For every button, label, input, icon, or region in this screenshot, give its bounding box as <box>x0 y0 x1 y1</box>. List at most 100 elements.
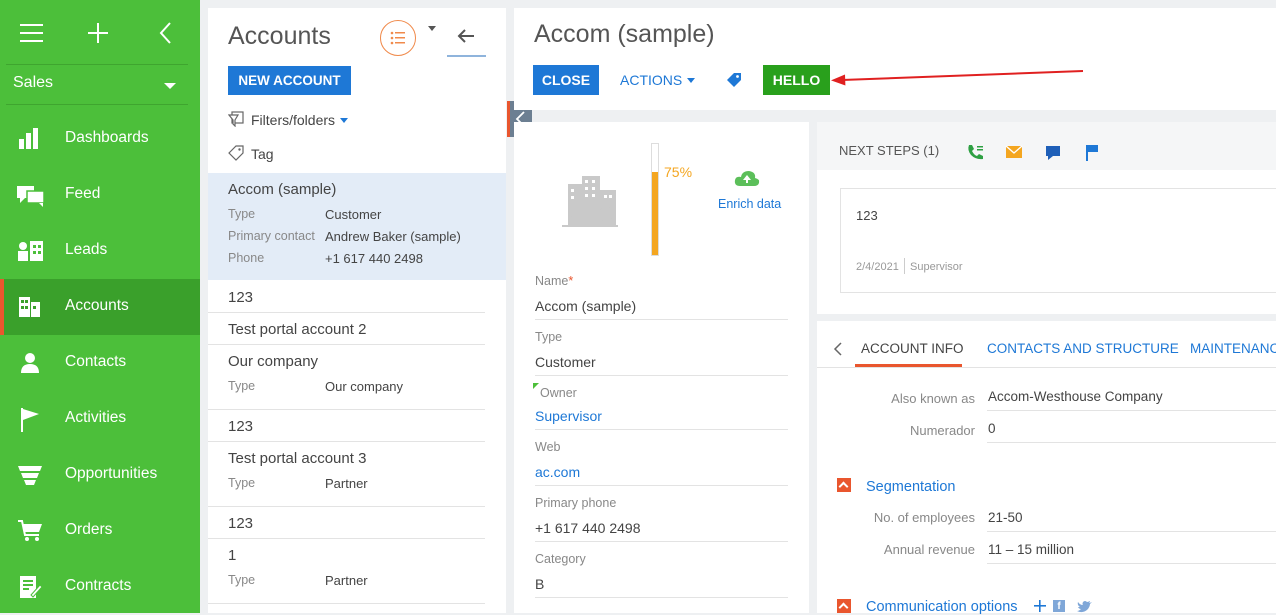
details-tabs-panel: ACCOUNT INFO CONTACTS AND STRUCTURE MAIN… <box>817 321 1276 615</box>
collapse-section-icon[interactable] <box>837 599 851 613</box>
twitter-icon[interactable] <box>1077 600 1093 613</box>
owner-field[interactable]: Supervisor <box>535 408 602 424</box>
plus-icon[interactable] <box>87 22 109 44</box>
next-steps-title[interactable]: NEXT STEPS (1) <box>839 143 939 158</box>
funnel-icon <box>17 463 43 487</box>
divider <box>535 319 788 320</box>
new-account-button[interactable]: NEW ACCOUNT <box>228 66 351 95</box>
add-icon[interactable] <box>1033 599 1047 613</box>
divider <box>535 375 788 376</box>
tab-contacts-and-structure[interactable]: CONTACTS AND STRUCTURE <box>987 341 1179 356</box>
field-value: Partner <box>325 573 368 588</box>
account-logo-placeholder[interactable] <box>558 172 620 228</box>
record-name: 123 <box>228 289 254 306</box>
filters-folders-toggle[interactable]: Filters/folders <box>228 111 349 128</box>
sidebar-item-dashboards[interactable]: Dashboards <box>0 111 200 167</box>
list-item[interactable]: 123 <box>208 410 506 442</box>
sidebar-item-label: Accounts <box>65 297 129 314</box>
list-item[interactable]: 123 <box>208 507 506 539</box>
accounts-list-panel: Accounts NEW ACCOUNT Filters/folders Tag… <box>208 8 506 613</box>
sidebar-item-opportunities[interactable]: Opportunities <box>0 447 200 503</box>
tab-account-info[interactable]: ACCOUNT INFO <box>861 341 964 356</box>
web-field[interactable]: ac.com <box>535 464 580 480</box>
workspace-selector[interactable]: Sales <box>13 74 188 96</box>
tabs-prev-icon[interactable] <box>833 341 843 357</box>
tab-maintenance[interactable]: MAINTENANCE <box>1190 341 1276 356</box>
field-value: Partner <box>325 476 368 491</box>
next-step-card[interactable]: 123 2/4/2021 Supervisor <box>840 188 1276 293</box>
facebook-icon[interactable]: f <box>1053 600 1065 612</box>
field-label: Primary phone <box>535 496 617 510</box>
sidebar-item-orders[interactable]: Orders <box>0 503 200 559</box>
filters-label: Filters/folders <box>251 112 336 128</box>
hello-button[interactable]: HELLO <box>763 65 830 95</box>
record-name: Test portal account 2 <box>228 321 367 338</box>
actions-button[interactable]: ACTIONS <box>620 72 696 88</box>
hamburger-menu-icon[interactable] <box>20 23 44 43</box>
annual-revenue-field[interactable]: 11 – 15 million <box>988 542 1074 557</box>
divider <box>904 258 905 274</box>
cloud-enrich-icon[interactable] <box>734 170 760 188</box>
list-item[interactable]: 123 <box>208 280 506 313</box>
email-icon[interactable] <box>1005 145 1023 159</box>
sidebar-item-label: Activities <box>65 409 127 426</box>
divider <box>6 104 188 105</box>
call-icon[interactable] <box>966 143 984 161</box>
collapse-section-icon[interactable] <box>837 478 851 492</box>
person-icon <box>17 351 43 375</box>
divider <box>208 603 485 604</box>
sidebar-item-label: Feed <box>65 185 101 202</box>
field-label: Annual revenue <box>883 542 975 557</box>
record-header: Accom (sample) CLOSE ACTIONS HELLO <box>514 8 1276 110</box>
sidebar-item-activities[interactable]: Activities <box>0 391 200 447</box>
view-dropdown-caret-icon[interactable] <box>428 26 436 31</box>
close-button[interactable]: CLOSE <box>533 65 599 95</box>
category-field[interactable]: B <box>535 576 544 592</box>
list-item[interactable]: Accom (sample) Type Customer Primary con… <box>208 173 506 280</box>
tag-icon[interactable] <box>726 72 742 88</box>
also-known-as-field[interactable]: Accom-Westhouse Company <box>988 389 1163 404</box>
list-item[interactable]: Test portal account 2 <box>208 313 506 345</box>
type-field[interactable]: Customer <box>535 354 596 370</box>
tag-icon <box>228 145 244 161</box>
next-steps-panel: NEXT STEPS (1) 123 2/4/2021 Supervisor <box>817 122 1276 314</box>
list-item[interactable]: Our company Type Our company <box>208 345 506 410</box>
sidebar-item-contacts[interactable]: Contacts <box>0 335 200 391</box>
divider <box>535 485 788 486</box>
view-toggle-button[interactable] <box>380 20 416 56</box>
field-label: No. of employees <box>873 510 975 525</box>
primary-phone-field[interactable]: +1 617 440 2498 <box>535 520 641 536</box>
field-label: Primary contact <box>228 229 315 243</box>
sidebar-item-contracts[interactable]: Contracts <box>0 559 200 615</box>
list-item[interactable]: Test portal account 3 Type Partner <box>208 442 506 507</box>
numerador-field[interactable]: 0 <box>988 421 996 436</box>
field-label: Phone <box>228 251 265 265</box>
employees-field[interactable]: 21-50 <box>988 510 1023 525</box>
sidebar-item-leads[interactable]: Leads <box>0 223 200 279</box>
completeness-fill <box>652 171 658 255</box>
record-name: Accom (sample) <box>228 181 337 198</box>
sidebar-item-accounts[interactable]: Accounts <box>0 279 200 335</box>
field-label: Also known as <box>891 391 975 406</box>
tag-filter[interactable]: Tag <box>228 145 274 162</box>
field-label: Web <box>535 440 561 454</box>
flag-icon[interactable] <box>1084 144 1100 162</box>
sidebar-item-feed[interactable]: Feed <box>0 167 200 223</box>
chat-bubbles-icon <box>17 183 45 207</box>
chat-icon[interactable] <box>1045 145 1061 161</box>
enrich-data-link[interactable]: Enrich data <box>718 197 781 211</box>
cart-icon <box>17 519 43 543</box>
segmentation-section-title[interactable]: Segmentation <box>866 479 955 495</box>
name-field[interactable]: Accom (sample) <box>535 298 636 314</box>
page-title: Accom (sample) <box>534 20 715 48</box>
divider <box>6 64 188 65</box>
field-label: Type <box>228 476 256 490</box>
divider <box>987 531 1276 532</box>
back-arrow-icon[interactable] <box>456 26 476 46</box>
contract-icon <box>17 575 43 599</box>
collapse-back-icon[interactable] <box>158 21 174 45</box>
next-step-author: Supervisor <box>910 261 963 273</box>
field-label: Numerador <box>909 423 975 438</box>
field-label: Owner <box>540 386 577 400</box>
list-item[interactable]: 1 Type Partner <box>208 539 506 604</box>
